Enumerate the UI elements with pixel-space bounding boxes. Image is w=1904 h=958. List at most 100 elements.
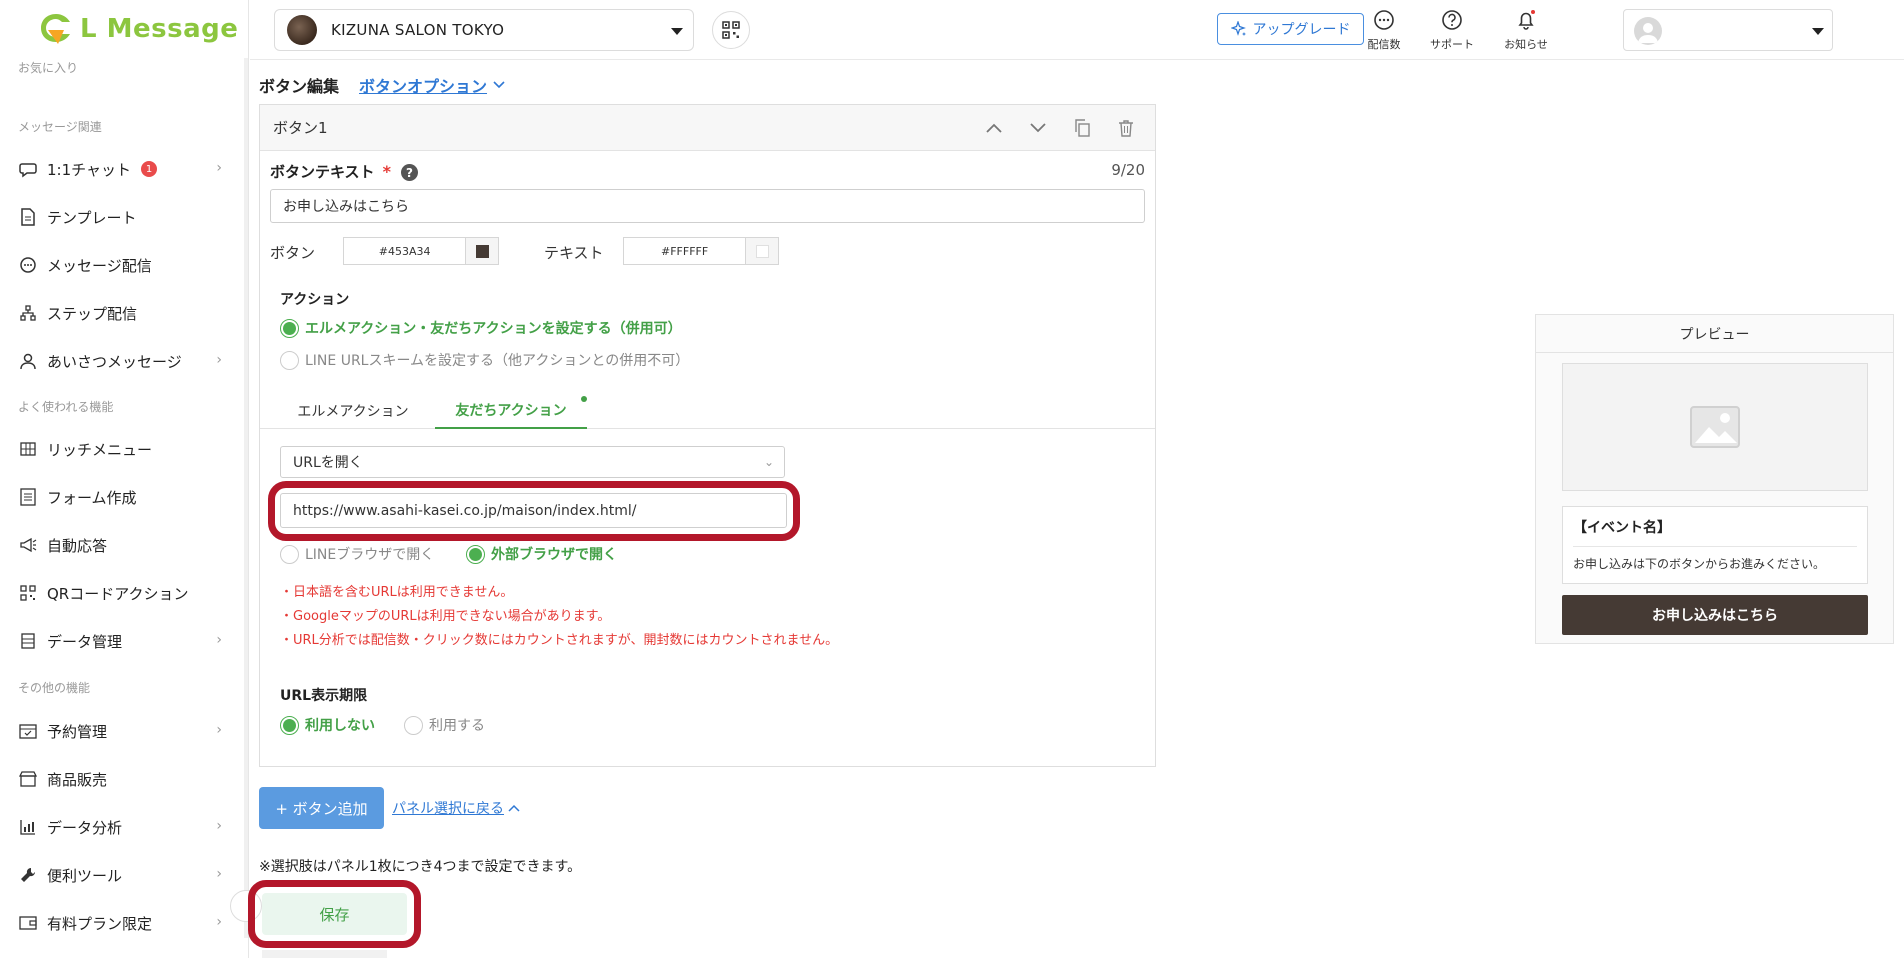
sidebar-item-data-management[interactable]: データ管理 › — [0, 621, 236, 661]
radio-unselected[interactable] — [280, 350, 299, 370]
document-icon — [18, 207, 38, 227]
browser-option-line[interactable]: LINEブラウザで開く — [280, 544, 434, 564]
sidebar-item-template[interactable]: テンプレート — [0, 197, 236, 237]
radio-unselected[interactable] — [280, 544, 299, 564]
back-to-panel-link[interactable]: パネル選択に戻る — [392, 798, 520, 818]
button-color-swatch[interactable] — [465, 238, 498, 264]
delivery-count-button[interactable]: 配信数 — [1354, 8, 1414, 52]
sidebar-item-step-delivery[interactable]: ステップ配信 — [0, 293, 236, 333]
sidebar-item-form[interactable]: フォーム作成 — [0, 477, 236, 517]
sidebar-item-label: 自動応答 — [47, 536, 108, 555]
preview-card-title: 【イベント名】 — [1573, 520, 1671, 536]
section-messages: メッセージ関連 — [18, 120, 102, 134]
button-text-input[interactable]: お申し込みはこちら — [270, 189, 1145, 223]
button-color-hex: #453A34 — [378, 244, 431, 258]
sidebar-scrollbar[interactable] — [244, 58, 248, 938]
sidebar-item-analytics[interactable]: データ分析 › — [0, 807, 236, 847]
sidebar-item-chat[interactable]: 1:1チャット 1 › — [0, 149, 236, 189]
highlight-box-save — [248, 880, 421, 948]
sidebar-item-label: 商品販売 — [47, 770, 108, 789]
tab-indicator-dot — [581, 396, 587, 402]
account-selector[interactable]: KIZUNA SALON TOKYO — [274, 9, 694, 51]
logo-mark-icon — [38, 12, 74, 46]
app-name: L Message — [80, 14, 239, 44]
url-period-on[interactable]: 利用する — [404, 715, 485, 735]
url-period-off[interactable]: 利用しない — [280, 715, 375, 735]
wallet-icon — [18, 913, 38, 933]
copy-icon[interactable] — [1071, 117, 1093, 139]
chevron-down-icon: ⌄ — [763, 455, 774, 469]
browser-option-label: 外部ブラウザで開く — [491, 547, 617, 563]
sidebar-item-auto-reply[interactable]: 自動応答 — [0, 525, 236, 565]
button-color-label: ボタン — [270, 244, 316, 262]
sparkle-icon — [1230, 21, 1246, 36]
message-icon — [18, 255, 38, 275]
step-icon — [18, 303, 38, 323]
help-icon[interactable]: ? — [400, 164, 418, 181]
app-logo[interactable]: L Message — [38, 12, 238, 46]
sidebar-item-label: 1:1チャット — [47, 160, 131, 179]
button-options-label: ボタンオプション — [359, 77, 488, 96]
chevron-down-icon[interactable] — [1027, 117, 1049, 139]
radio-selected[interactable] — [466, 544, 485, 564]
support-button[interactable]: サポート — [1422, 8, 1482, 52]
warning-text: ・日本語を含むURLは利用できません。 — [280, 585, 514, 600]
account-name: KIZUNA SALON TOKYO — [331, 21, 505, 39]
section-frequent: よく使われる機能 — [18, 400, 114, 414]
action-type-select[interactable]: URLを開く ⌄ — [280, 446, 785, 478]
list-icon — [18, 631, 38, 651]
highlight-box-url — [268, 481, 800, 541]
sidebar-item-greeting[interactable]: あいさつメッセージ › — [0, 341, 236, 381]
sidebar-item-rich-menu[interactable]: リッチメニュー — [0, 429, 236, 469]
preview-panel: プレビュー 【イベント名】 お申し込みは下のボタンからお進みください。 お申し込… — [1535, 314, 1894, 644]
user-avatar — [1634, 17, 1662, 45]
browser-option-label: LINEブラウザで開く — [305, 547, 435, 563]
upgrade-button[interactable]: アップグレード — [1217, 13, 1364, 45]
chevron-right-icon: › — [216, 160, 222, 176]
chart-icon — [18, 817, 38, 837]
action-type-value: URLを開く — [293, 455, 363, 471]
chevron-up-icon[interactable] — [983, 117, 1005, 139]
chevron-right-icon: › — [216, 722, 222, 738]
sidebar-item-label: メッセージ配信 — [47, 256, 152, 275]
action-option-url-scheme[interactable]: LINE URLスキームを設定する（他アクションとの併用不可） — [280, 350, 689, 370]
chat-icon — [18, 159, 38, 179]
tab-friend-action[interactable]: 友だちアクション — [435, 393, 587, 429]
sidebar: L Message お気に入り メッセージ関連 1:1チャット 1 › テンプレ… — [0, 0, 249, 958]
action-tabs: エルメアクション 友だちアクション — [260, 393, 1155, 429]
chevron-down-icon — [671, 28, 683, 35]
tab-elme-action[interactable]: エルメアクション — [280, 393, 426, 429]
sidebar-item-reservation[interactable]: 予約管理 › — [0, 711, 236, 751]
qr-code-button[interactable] — [712, 11, 750, 49]
chevron-down-icon — [493, 81, 505, 89]
swatch-fill — [475, 244, 489, 258]
radio-selected[interactable] — [280, 318, 299, 338]
unread-badge: 1 — [141, 161, 157, 177]
button-options-link[interactable]: ボタンオプション — [359, 73, 505, 97]
section-other: その他の機能 — [18, 681, 91, 695]
preview-button[interactable]: お申し込みはこちら — [1562, 595, 1868, 635]
sidebar-item-qr-action[interactable]: QRコードアクション — [0, 573, 236, 613]
qr-icon — [722, 21, 740, 39]
text-color-swatch[interactable] — [745, 238, 778, 264]
top-header: KIZUNA SALON TOKYO アップグレード 配信数 サポート お知らせ — [250, 0, 1904, 60]
sidebar-item-paid-plan[interactable]: 有料プラン限定 › — [0, 903, 236, 943]
choice-limit-note: ※選択肢はパネル1枚につき4つまで設定できます。 — [259, 859, 582, 875]
help-circle-icon — [1440, 8, 1464, 32]
trash-icon[interactable] — [1115, 117, 1137, 139]
browser-option-external[interactable]: 外部ブラウザで開く — [466, 544, 617, 564]
button-color-field[interactable]: #453A34 — [343, 237, 499, 265]
radio-unselected[interactable] — [404, 715, 423, 735]
sidebar-item-label: ステップ配信 — [47, 304, 138, 323]
text-color-field[interactable]: #FFFFFF — [623, 237, 779, 265]
preview-image-placeholder — [1562, 363, 1868, 491]
add-button[interactable]: + ボタン追加 — [259, 787, 384, 829]
action-option-combined[interactable]: エルメアクション・友だちアクションを設定する（併用可） — [280, 318, 682, 338]
sidebar-item-tools[interactable]: 便利ツール › — [0, 855, 236, 895]
sidebar-item-message-delivery[interactable]: メッセージ配信 — [0, 245, 236, 285]
notifications-button[interactable]: お知らせ — [1496, 8, 1556, 52]
bell-icon — [1514, 8, 1538, 32]
user-menu[interactable] — [1623, 9, 1833, 51]
radio-selected[interactable] — [280, 715, 299, 735]
sidebar-item-product-sales[interactable]: 商品販売 — [0, 759, 236, 799]
